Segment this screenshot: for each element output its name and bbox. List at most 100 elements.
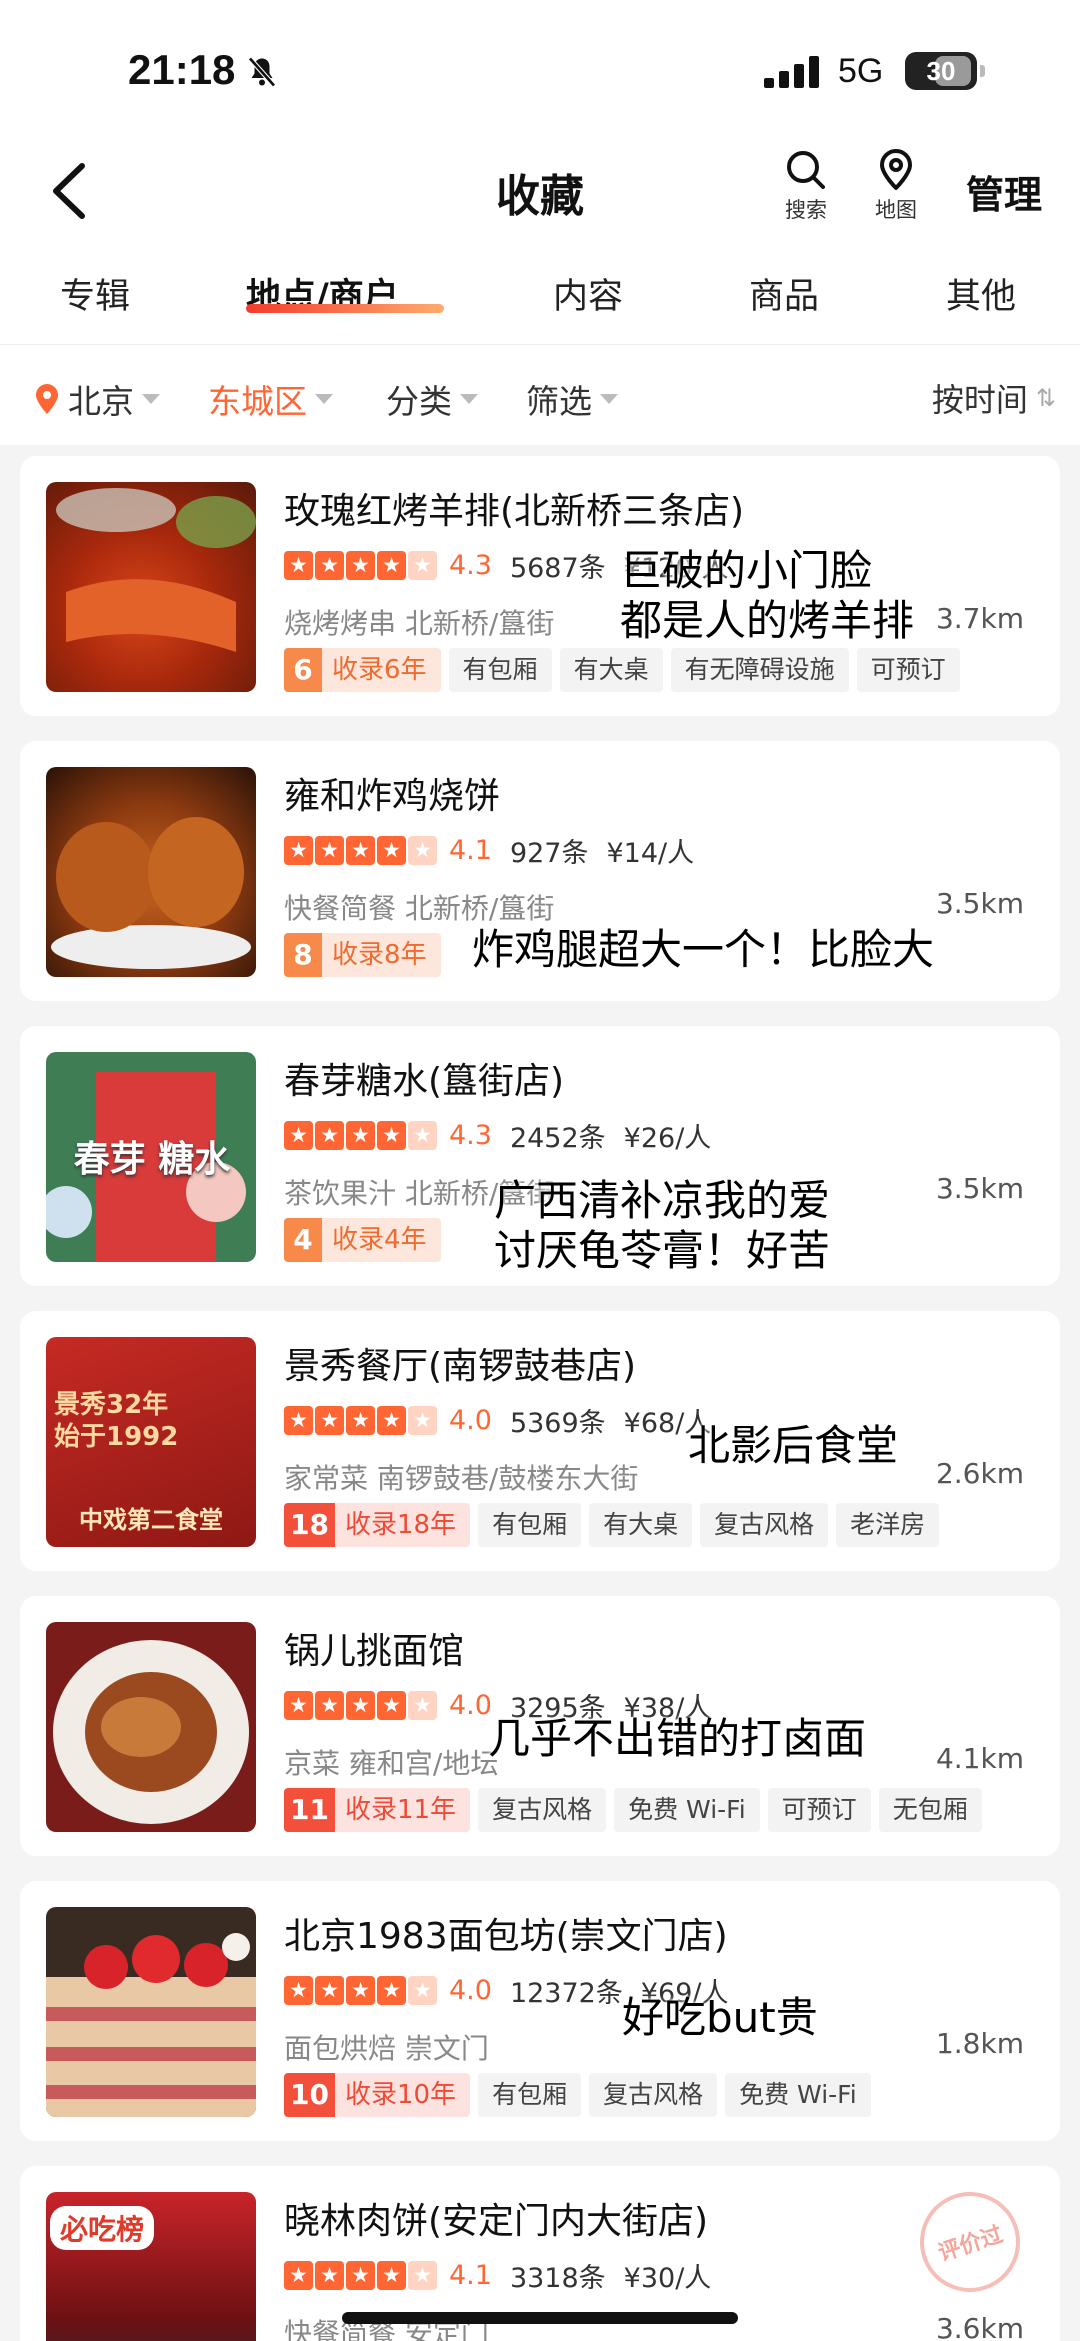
star-icon: ★ [377, 2260, 406, 2290]
saved-years-label: 收录8年 [322, 933, 441, 977]
sort-icon: ⇅ [1035, 384, 1056, 412]
tab-albums[interactable]: 专辑 [60, 268, 130, 319]
price-per-person: ¥14/人 [606, 837, 695, 869]
district-filter[interactable]: 东城区 [208, 375, 333, 423]
search-icon [787, 151, 825, 189]
shop-area: 南锣鼓巷/鼓楼东大街 [376, 1462, 639, 1495]
handwritten-note: 几乎不出错的打卤面 [488, 1714, 866, 1764]
tab-active-underline [246, 304, 444, 313]
category-area: 烧烤烤串 北新桥/簋街 [284, 602, 554, 642]
star-icon: ★ [346, 1975, 375, 2005]
sort-by-time[interactable]: 按时间 ⇅ [932, 375, 1056, 421]
star-icon: ★ [408, 2260, 437, 2290]
rating-score: 4.0 [449, 1974, 492, 2006]
shop-category: 面包烘焙 [284, 2032, 397, 2065]
tags-row: 6 收录6年 有包厢 有大桌 有无障碍设施 可预订 [284, 648, 968, 692]
map-button[interactable]: 地图 [856, 148, 936, 238]
search-label: 搜索 [785, 198, 827, 222]
tags-row: 4 收录4年 [284, 1218, 449, 1262]
signal-icon [764, 56, 819, 88]
sort-label: 按时间 [931, 381, 1028, 419]
star-icon: ★ [408, 835, 437, 865]
shop-photo: 景秀32年 始于1992 中戏第二食堂 [46, 1337, 256, 1547]
star-icon: ★ [284, 1975, 313, 2005]
note-line: 好吃but贵 [622, 1993, 818, 2042]
list-item[interactable]: 景秀32年 始于1992 中戏第二食堂 景秀餐厅(南锣鼓巷店) ★ ★ ★ ★ ★ 4.… [20, 1311, 1060, 1571]
saved-years-label: 收录6年 [322, 648, 441, 692]
tab-others[interactable]: 其他 [946, 268, 1016, 319]
must-eat-badge: 必吃榜 [50, 2206, 155, 2250]
distance: 1.8km [935, 2027, 1024, 2060]
distance: 3.5km [935, 1172, 1024, 1205]
network-type: 5G [838, 52, 884, 90]
shop-name: 锅儿挑面馆 [284, 1631, 465, 1672]
battery-icon: 30 [905, 52, 985, 90]
review-count: 927条 [509, 837, 589, 869]
star-icon: ★ [346, 1120, 375, 1150]
shop-name: 北京1983面包坊(崇文门店) [284, 1916, 728, 1957]
star-icon: ★ [377, 835, 406, 865]
back-icon[interactable] [44, 156, 104, 226]
list-item[interactable]: 锅儿挑面馆 ★ ★ ★ ★ ★ 4.0 3295条 ¥38/人 京菜 雍和宫/地坛 4.… [20, 1596, 1060, 1856]
star-rating: ★ ★ ★ ★ ★ [284, 835, 439, 865]
star-icon: ★ [377, 1975, 406, 2005]
thumb-caption: 始于1992 [54, 1422, 179, 1452]
saved-years-number: 4 [284, 1218, 322, 1262]
search-button[interactable]: 搜索 [766, 148, 846, 238]
distance: 3.5km [935, 887, 1024, 920]
category-tabs: 专辑 地点/商户 内容 商品 其他 [0, 250, 1080, 345]
screen-filter[interactable]: 筛选 [526, 375, 618, 423]
rating-score: 4.0 [449, 1689, 492, 1721]
list-item[interactable]: 春芽 糖水 春芽糖水(簋街店) ★ ★ ★ ★ ★ 4.3 2452条 ¥26/人 茶饮… [20, 1026, 1060, 1286]
tab-content[interactable]: 内容 [553, 268, 623, 319]
category-area: 快餐简餐 北新桥/簋街 [284, 887, 554, 927]
status-bar: 21:18 5G 30 [0, 0, 1080, 130]
list-item[interactable]: 玫瑰红烤羊排(北新桥三条店) ★ ★ ★ ★ ★ 4.3 5687条 ¥120/人 烧烤… [20, 456, 1060, 716]
feature-tag: 无包厢 [878, 1788, 982, 1832]
star-icon: ★ [346, 1405, 375, 1435]
thumb-caption: 中戏第二食堂 [79, 1506, 223, 1534]
home-indicator[interactable] [342, 2312, 738, 2324]
handwritten-note: 广西清补凉我的爱 讨厌龟苓膏！好苦 [494, 1176, 830, 1276]
shop-category: 京菜 [284, 1747, 341, 1780]
feature-tag: 复古风格 [478, 1788, 607, 1832]
city-filter[interactable]: 北京 [34, 375, 160, 423]
saved-years-badge: 8 收录8年 [284, 933, 441, 977]
thumb-caption: 春芽 糖水 [73, 1139, 231, 1180]
manage-button[interactable]: 管理 [966, 164, 1042, 219]
shop-area: 雍和宫/地坛 [348, 1747, 499, 1780]
note-line: 炸鸡腿超大一个！比脸大 [472, 925, 935, 974]
screen-filter-label: 筛选 [526, 382, 592, 421]
saved-years-label: 收录4年 [322, 1218, 441, 1262]
saved-years-badge: 18 收录18年 [284, 1503, 471, 1547]
feature-tag: 复古风格 [700, 1503, 829, 1547]
saved-years-number: 6 [284, 648, 322, 692]
city-filter-label: 北京 [68, 382, 134, 421]
status-time: 21:18 [128, 46, 236, 93]
shop-name: 晓林肉饼(安定门内大街店) [284, 2201, 709, 2242]
distance: 4.1km [935, 1742, 1024, 1775]
location-pin-icon [36, 384, 58, 414]
star-icon: ★ [284, 835, 313, 865]
star-icon: ★ [346, 835, 375, 865]
saved-years-number: 10 [284, 2073, 335, 2117]
list-item[interactable]: 北京1983面包坊(崇文门店) ★ ★ ★ ★ ★ 4.0 12372条 ¥69/人 面… [20, 1881, 1060, 2141]
star-icon: ★ [377, 1405, 406, 1435]
feature-tag: 有包厢 [448, 648, 552, 692]
star-icon: ★ [284, 1405, 313, 1435]
star-icon: ★ [315, 1405, 344, 1435]
star-icon: ★ [284, 550, 313, 580]
rating-score: 4.0 [449, 1404, 492, 1436]
star-icon: ★ [346, 550, 375, 580]
list-item[interactable]: 雍和炸鸡烧饼 ★ ★ ★ ★ ★ 4.1 927条 ¥14/人 快餐简餐 北新桥/簋街 … [20, 741, 1060, 1001]
note-line: 巨破的小门脸 [620, 546, 873, 595]
tab-products[interactable]: 商品 [749, 268, 819, 319]
saved-years-badge: 4 收录4年 [284, 1218, 441, 1262]
rating-row: ★ ★ ★ ★ ★ 4.0 5369条 ¥68/人 [284, 1403, 711, 1439]
feature-tag: 免费 Wi-Fi [614, 1788, 760, 1832]
star-icon: ★ [408, 550, 437, 580]
saved-years-label: 收录11年 [334, 1788, 471, 1832]
star-icon: ★ [346, 2260, 375, 2290]
shop-category: 家常菜 [284, 1462, 369, 1495]
category-filter[interactable]: 分类 [386, 375, 478, 423]
